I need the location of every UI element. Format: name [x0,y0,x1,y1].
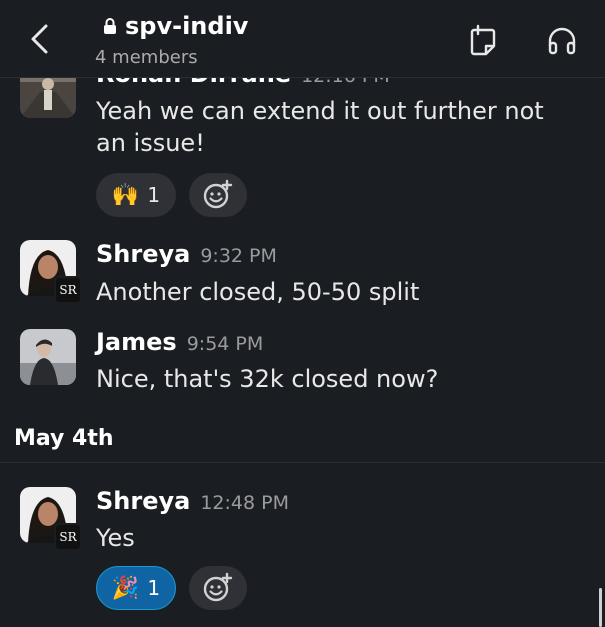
raising-hands-emoji-icon: 🙌 [111,182,140,208]
channel-header: spv-indiv 4 members [0,0,605,78]
timestamp: 9:32 PM [200,245,277,267]
timestamp: 12:48 PM [200,492,289,514]
channel-name: spv-indiv [125,12,249,40]
message-text: Nice, that's 32k closed now? [96,365,439,393]
author-name[interactable]: James [96,328,177,356]
divider-line [0,462,605,463]
avatar[interactable] [20,329,76,385]
back-chevron-icon[interactable] [26,22,54,56]
author-name[interactable]: Shreya [96,487,190,515]
channel-title[interactable]: spv-indiv [103,12,248,40]
reaction-count: 1 [147,576,161,600]
day-divider: May 4th [14,426,114,451]
member-count[interactable]: 4 members [95,47,198,68]
message-text: Another closed, 50-50 split [96,278,420,306]
reaction-chip[interactable]: 🙌 1 [96,173,176,217]
message-text: Yeah we can extend it out further not an… [96,97,544,157]
add-reaction-button[interactable] [189,566,247,610]
canvas-new-icon[interactable] [466,24,500,58]
add-reaction-button[interactable] [189,173,247,217]
reaction-count: 1 [147,183,161,207]
scrollbar[interactable] [599,588,602,627]
status-badge: SR [54,276,82,304]
reaction-chip[interactable]: 🎉 1 [96,566,176,610]
message-text: Yes [96,524,135,552]
add-reaction-icon [203,572,233,602]
message-list[interactable]: Ronan Dirrane12:16 PM Yeah we can extend… [0,0,605,627]
headphones-icon[interactable] [545,24,579,58]
lock-icon [104,18,116,34]
party-popper-emoji-icon: 🎉 [111,575,140,601]
status-badge: SR [54,523,82,551]
timestamp: 9:54 PM [186,333,264,355]
add-reaction-icon [203,179,233,209]
author-name[interactable]: Shreya [96,240,190,268]
